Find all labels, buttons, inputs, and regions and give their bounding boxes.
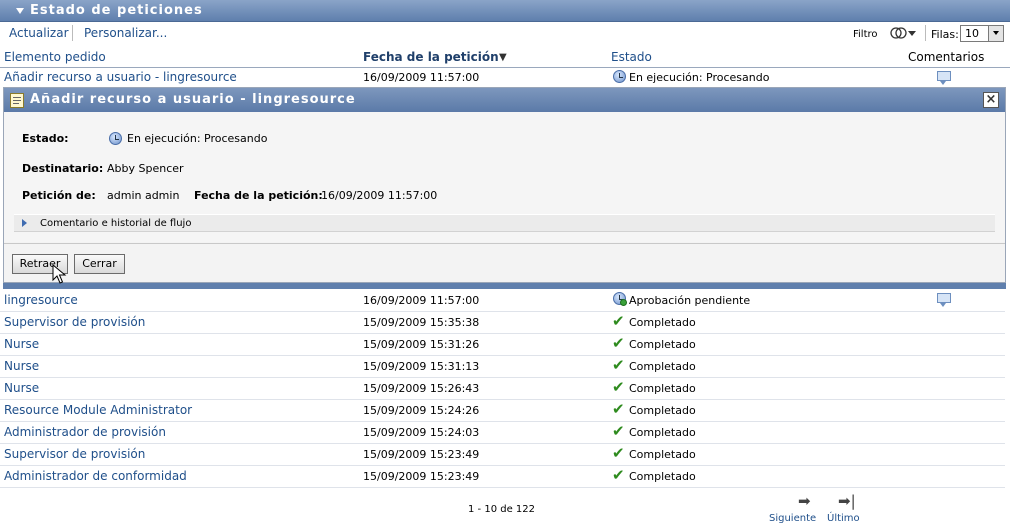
row-status: Completado [629, 316, 696, 329]
checkmark-icon: ✔ [612, 466, 625, 484]
close-icon[interactable]: × [983, 92, 999, 108]
recipient-value: Abby Spencer [107, 162, 184, 175]
comment-icon[interactable] [937, 71, 951, 85]
chevron-down-icon [993, 31, 999, 35]
header-divider [0, 67, 1010, 68]
checkmark-icon: ✔ [612, 356, 625, 374]
row-status: Completado [629, 382, 696, 395]
row-divider [0, 333, 1005, 334]
collapse-triangle-icon[interactable] [16, 8, 24, 14]
detail-footer: Retraer Cerrar [4, 243, 1005, 282]
sort-descending-icon[interactable]: ▼ [499, 52, 507, 63]
selected-row-status: En ejecución: Procesando [629, 71, 770, 84]
status-value: En ejecución: Procesando [127, 132, 268, 145]
customize-link[interactable]: Personalizar... [84, 26, 167, 40]
pending-badge-icon [620, 299, 627, 306]
checkmark-icon: ✔ [612, 444, 625, 462]
checkmark-icon: ✔ [612, 400, 625, 418]
detail-panel-bottom-bar [3, 283, 1006, 289]
row-date: 16/09/2009 11:57:00 [363, 294, 480, 307]
last-arrow-icon[interactable]: ➡| [838, 494, 856, 509]
last-page-link[interactable]: Último [827, 513, 860, 524]
row-status: Completado [629, 360, 696, 373]
filter-icon[interactable] [889, 25, 919, 41]
row-status: Completado [629, 338, 696, 351]
row-status: Completado [629, 404, 696, 417]
document-icon [10, 93, 24, 108]
clock-icon [613, 70, 626, 83]
row-item-link[interactable]: Nurse [4, 337, 39, 351]
checkmark-icon: ✔ [612, 378, 625, 396]
request-date-label: Fecha de la petición: [194, 189, 323, 202]
row-divider [0, 377, 1005, 378]
row-divider [0, 443, 1005, 444]
row-item-link[interactable]: Nurse [4, 359, 39, 373]
recipient-label: Destinatario: [22, 162, 104, 175]
status-label: Estado: [22, 132, 69, 145]
row-item-link[interactable]: lingresource [4, 293, 78, 307]
row-divider [0, 355, 1005, 356]
row-date: 15/09/2009 15:24:26 [363, 404, 480, 417]
row-divider [0, 399, 1005, 400]
requester-value: admin admin [107, 189, 180, 202]
row-divider [0, 421, 1005, 422]
row-status: Aprobación pendiente [629, 294, 751, 307]
clock-icon [109, 132, 122, 145]
detail-panel: Añadir recurso a usuario - lingresource … [3, 87, 1006, 283]
filter-label[interactable]: Filtro [853, 29, 878, 40]
row-date: 15/09/2009 15:26:43 [363, 382, 480, 395]
column-header-date[interactable]: Fecha de la petición [363, 50, 499, 64]
row-item-link[interactable]: Administrador de conformidad [4, 469, 187, 483]
requester-label: Petición de: [22, 189, 96, 202]
close-button[interactable]: Cerrar [74, 254, 125, 274]
next-arrow-icon[interactable]: ➡ [798, 494, 811, 509]
selected-row-item-link[interactable]: Añadir recurso a usuario - lingresource [4, 70, 237, 84]
rows-label: Filas: [931, 28, 959, 41]
row-date: 15/09/2009 15:31:26 [363, 338, 480, 351]
rows-select-value: 10 [965, 27, 979, 40]
dropdown-button[interactable] [988, 26, 1003, 41]
selected-row-date: 16/09/2009 11:57:00 [363, 71, 480, 84]
row-date: 15/09/2009 15:23:49 [363, 448, 480, 461]
toolbar-separator [925, 25, 926, 41]
pager-range: 1 - 10 de 122 [468, 504, 535, 515]
expand-triangle-icon[interactable] [22, 219, 27, 227]
next-page-link[interactable]: Siguiente [769, 513, 816, 524]
column-header-comments: Comentarios [908, 50, 985, 64]
checkmark-icon: ✔ [612, 312, 625, 330]
history-accordion[interactable]: Comentario e historial de flujo [14, 214, 995, 232]
row-item-link[interactable]: Resource Module Administrator [4, 403, 192, 417]
checkmark-icon: ✔ [612, 334, 625, 352]
row-date: 15/09/2009 15:31:13 [363, 360, 480, 373]
row-status: Completado [629, 448, 696, 461]
row-status: Completado [629, 470, 696, 483]
row-date: 15/09/2009 15:23:49 [363, 470, 480, 483]
toolbar-separator [72, 25, 73, 41]
column-header-item[interactable]: Elemento pedido [4, 50, 106, 64]
row-divider [0, 311, 1005, 312]
checkmark-icon: ✔ [612, 422, 625, 440]
section-header[interactable]: Estado de peticiones [0, 0, 1010, 22]
history-accordion-label: Comentario e historial de flujo [40, 218, 192, 229]
row-item-link[interactable]: Supervisor de provisión [4, 447, 145, 461]
row-date: 15/09/2009 15:35:38 [363, 316, 480, 329]
row-divider [0, 465, 1005, 466]
column-header-status[interactable]: Estado [611, 50, 652, 64]
row-date: 15/09/2009 15:24:03 [363, 426, 480, 439]
section-title: Estado de peticiones [30, 3, 203, 18]
comment-icon[interactable] [937, 293, 951, 307]
row-item-link[interactable]: Administrador de provisión [4, 425, 166, 439]
detail-title: Añadir recurso a usuario - lingresource [30, 92, 356, 107]
rows-select[interactable]: 10 [960, 25, 1004, 42]
row-divider [0, 487, 1005, 488]
row-item-link[interactable]: Nurse [4, 381, 39, 395]
row-item-link[interactable]: Supervisor de provisión [4, 315, 145, 329]
row-status: Completado [629, 426, 696, 439]
request-date-value: 16/09/2009 11:57:00 [321, 189, 438, 202]
refresh-link[interactable]: Actualizar [9, 26, 69, 40]
detail-panel-header: Añadir recurso a usuario - lingresource … [4, 88, 1005, 112]
